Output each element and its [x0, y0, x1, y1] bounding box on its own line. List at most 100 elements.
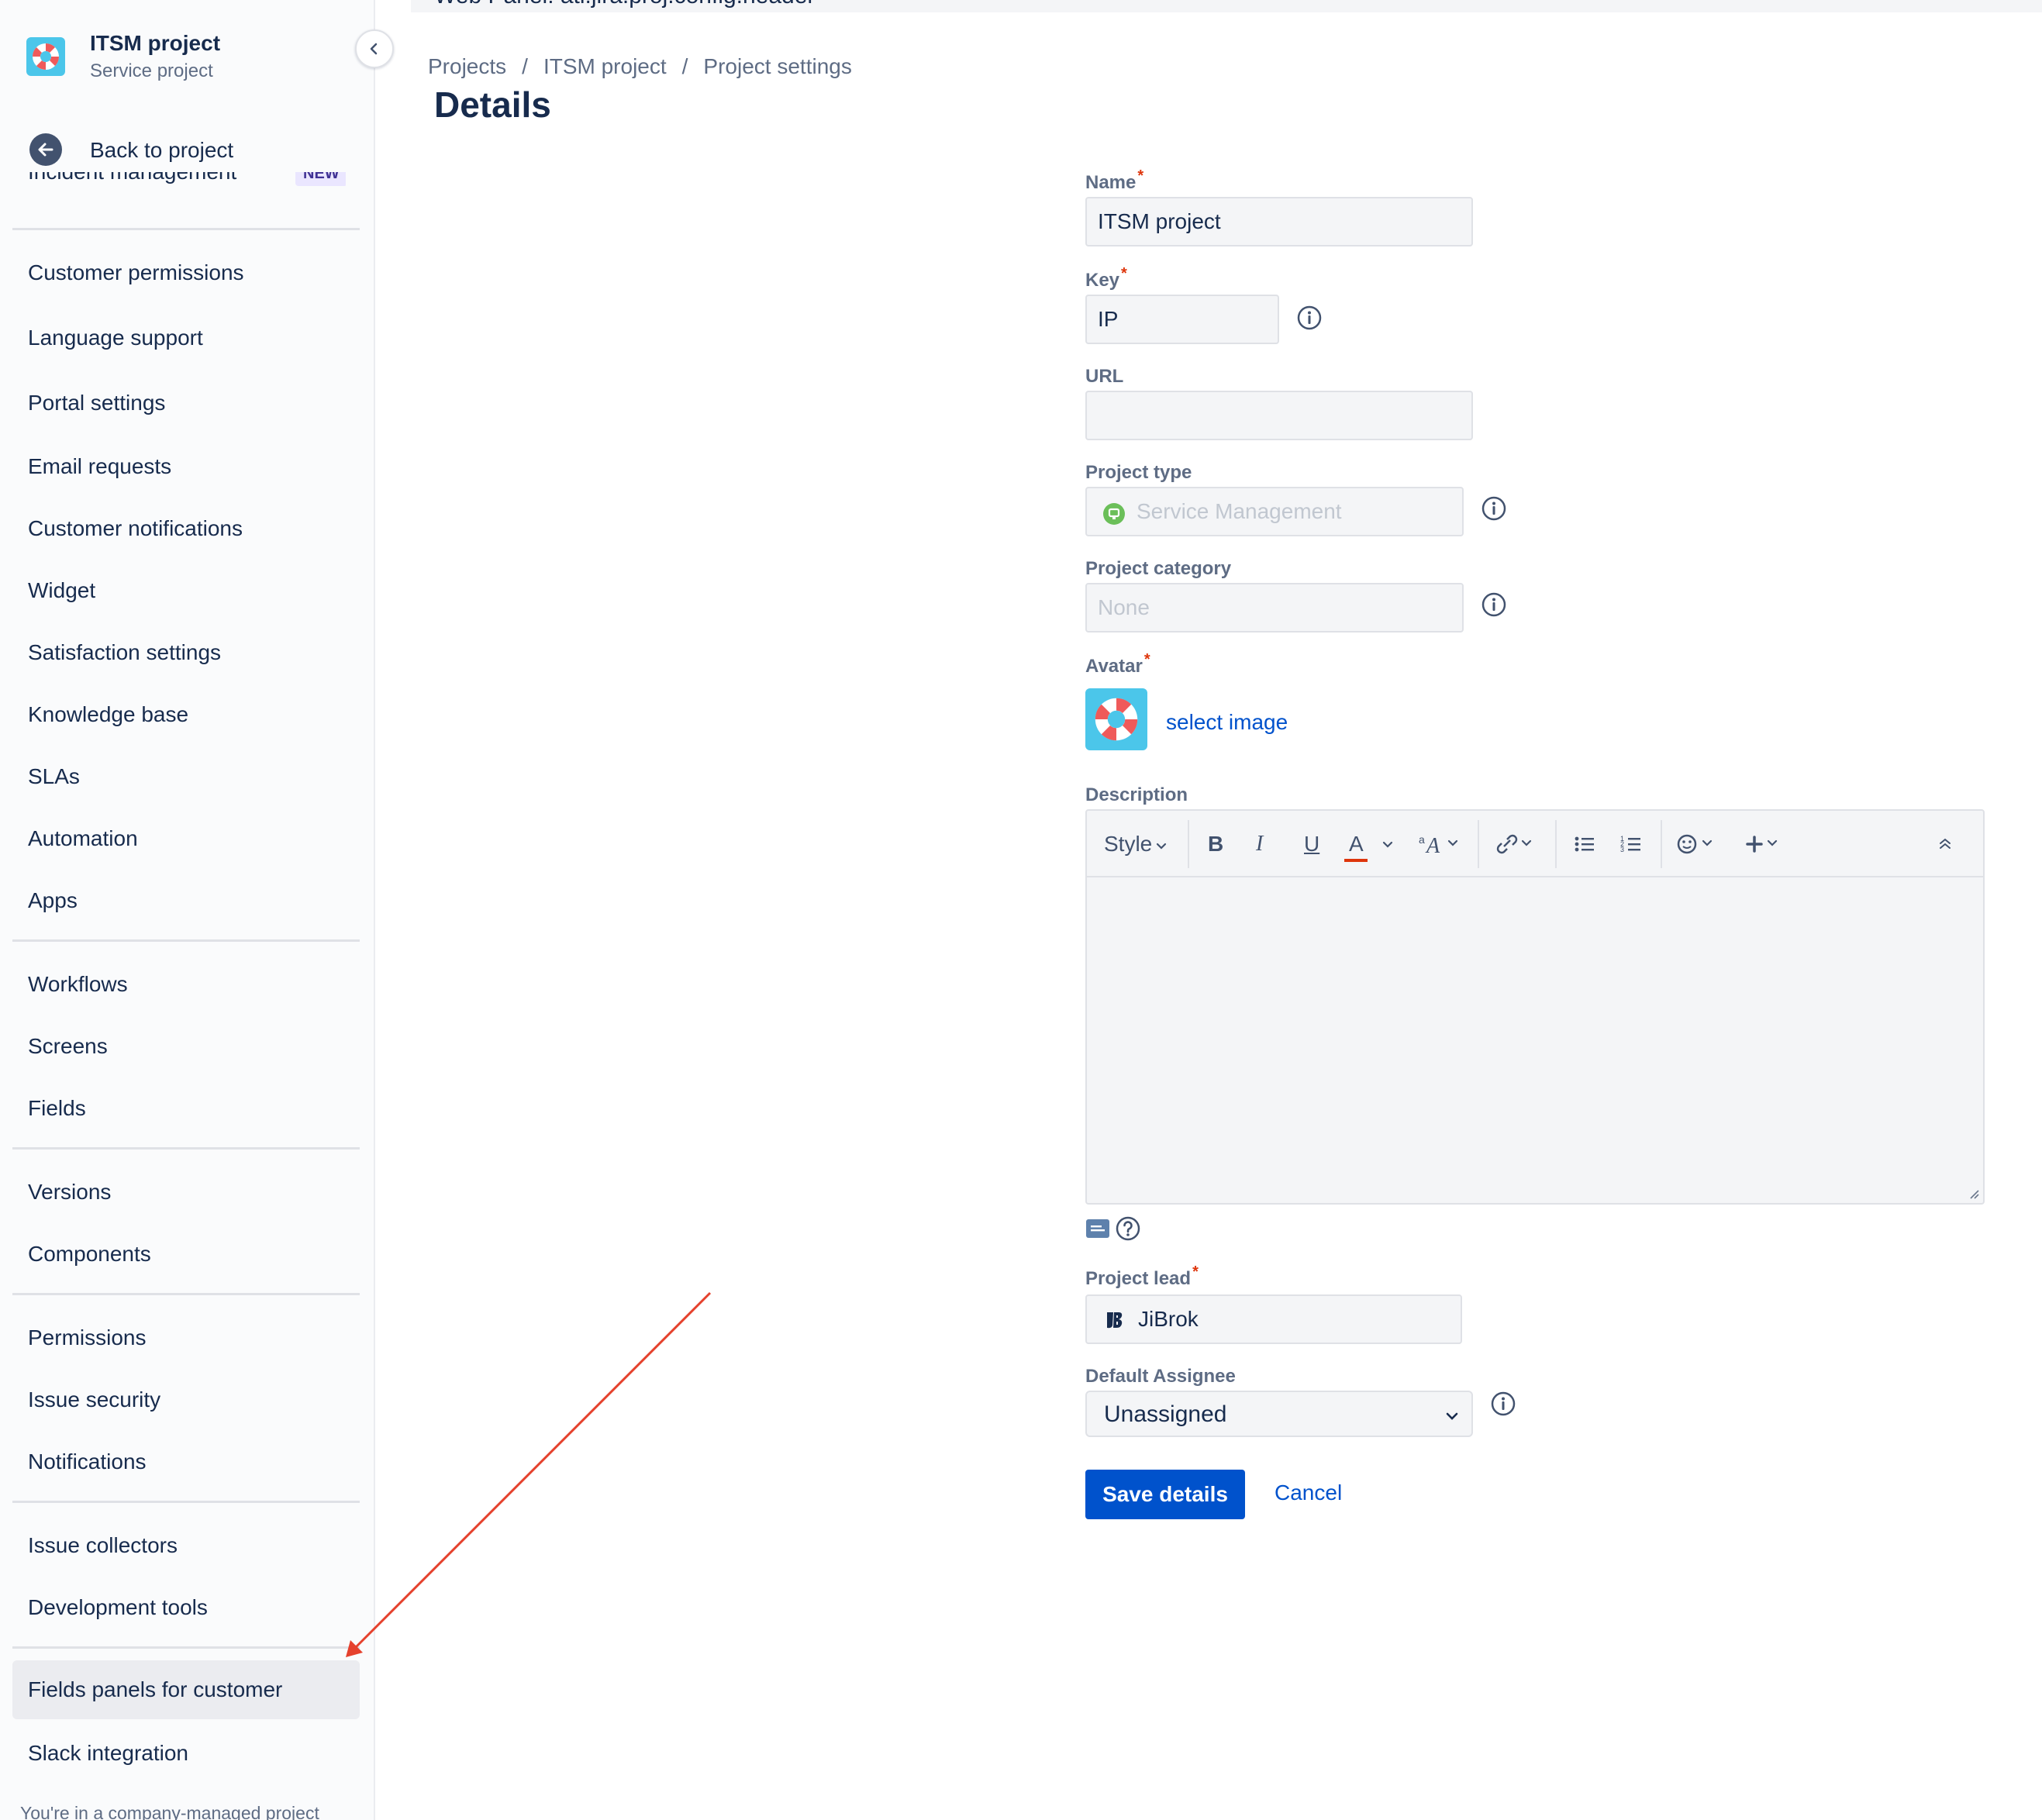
sidebar-divider — [12, 1501, 360, 1503]
avatar-label-text: Avatar — [1085, 656, 1143, 677]
chevron-left-icon — [370, 43, 378, 55]
info-icon[interactable] — [1481, 495, 1507, 522]
sidebar-item-label: Issue security — [28, 1387, 161, 1412]
breadcrumb-projects[interactable]: Projects — [428, 54, 506, 78]
sidebar-item-label: Satisfaction settings — [28, 640, 222, 664]
sidebar-item-slas[interactable]: SLAs — [12, 747, 360, 806]
sidebar-item-development-tools[interactable]: Development tools — [12, 1578, 360, 1637]
page-title: Details — [434, 84, 551, 125]
sidebar-item-slack-integration[interactable]: Slack integration — [12, 1724, 360, 1783]
bold-button[interactable]: B — [1208, 828, 1223, 860]
sidebar-item-workflows[interactable]: Workflows — [12, 955, 360, 1014]
default-assignee-label: Default Assignee — [1085, 1366, 1236, 1387]
wiki-markup-icon[interactable] — [1085, 1219, 1110, 1239]
collapse-toolbar-button[interactable] — [1933, 828, 1957, 860]
emoji-dropdown[interactable] — [1675, 828, 1721, 860]
sidebar-item-fields-panels-for-customer[interactable]: Fields panels for customer — [12, 1660, 360, 1719]
sidebar-divider — [12, 1646, 360, 1649]
project-name: ITSM project — [90, 31, 221, 55]
text-color-swatch — [1344, 859, 1368, 862]
project-lead-label-text: Project lead — [1085, 1268, 1192, 1289]
description-label: Description — [1085, 784, 1188, 805]
sidebar-item-satisfaction-settings[interactable]: Satisfaction settings — [12, 623, 360, 682]
select-image-link[interactable]: select image — [1166, 710, 1288, 735]
sidebar-item-label: Fields — [28, 1096, 86, 1120]
resize-handle-icon[interactable] — [1968, 1187, 1980, 1200]
insert-more-dropdown[interactable] — [1744, 828, 1791, 860]
name-field[interactable]: ITSM project — [1085, 197, 1473, 246]
sidebar-item-automation[interactable]: Automation — [12, 809, 360, 868]
sidebar-divider — [12, 1293, 360, 1295]
back-to-project-link[interactable]: Back to project — [29, 132, 340, 166]
chevron-down-icon — [1382, 841, 1393, 848]
info-icon[interactable] — [1490, 1391, 1516, 1417]
sidebar-item-label: Screens — [28, 1034, 108, 1058]
sidebar-item-widget[interactable]: Widget — [12, 561, 360, 620]
sidebar-item-label: Email requests — [28, 454, 172, 478]
required-marker: * — [1121, 265, 1127, 282]
save-details-button[interactable]: Save details — [1085, 1470, 1245, 1519]
key-field[interactable]: IP — [1085, 295, 1279, 344]
sidebar-item-apps[interactable]: Apps — [12, 871, 360, 930]
sidebar: ITSM project Service project Back to pro… — [0, 0, 375, 1820]
sidebar-item-screens[interactable]: Screens — [12, 1017, 360, 1076]
sidebar-item-notifications[interactable]: Notifications — [12, 1432, 360, 1491]
italic-button[interactable]: I — [1256, 828, 1263, 860]
project-avatar-preview — [1085, 688, 1147, 750]
sidebar-item-email-requests[interactable]: Email requests — [12, 437, 360, 496]
breadcrumb-project-settings[interactable]: Project settings — [703, 54, 851, 78]
numbered-list-button[interactable]: 123 — [1619, 828, 1645, 860]
description-textarea[interactable] — [1087, 877, 1983, 1203]
sidebar-item-components[interactable]: Components — [12, 1225, 360, 1284]
bullet-list-button[interactable] — [1572, 828, 1599, 860]
sidebar-item-label: Knowledge base — [28, 702, 189, 726]
text-color-button[interactable]: A — [1344, 828, 1393, 862]
sidebar-item-label: Versions — [28, 1180, 112, 1204]
arrow-left-icon — [29, 133, 62, 166]
default-assignee-select[interactable]: Unassigned — [1085, 1391, 1473, 1437]
project-type: Service project — [90, 60, 213, 81]
style-dropdown[interactable]: Style — [1104, 828, 1168, 860]
cancel-button[interactable]: Cancel — [1275, 1480, 1342, 1505]
key-label-text: Key — [1085, 270, 1120, 291]
breadcrumb-itsm-project[interactable]: ITSM project — [543, 54, 667, 78]
project-category-field: None — [1085, 583, 1464, 633]
help-icon[interactable] — [1115, 1215, 1141, 1242]
sidebar-item-customer-permissions[interactable]: Customer permissions — [12, 243, 360, 302]
toolbar-separator — [1555, 820, 1557, 868]
sidebar-item-label: SLAs — [28, 764, 80, 788]
sidebar-item-label: Widget — [28, 578, 96, 602]
project-lead-field[interactable]: JiBrok — [1085, 1294, 1462, 1344]
project-lead-label: Project lead * — [1085, 1263, 1199, 1290]
text-format-dropdown[interactable]: aA — [1419, 828, 1464, 860]
project-type-footer: You're in a company-managed project — [20, 1803, 319, 1820]
sidebar-item-issue-security[interactable]: Issue security — [12, 1370, 360, 1429]
sidebar-item-issue-collectors[interactable]: Issue collectors — [12, 1516, 360, 1575]
sidebar-item-incident-management[interactable]: Incident management NEW — [28, 172, 346, 200]
web-panel-header: Web Panel: atl.jira.proj.config.header — [411, 0, 2042, 12]
key-label: Key * — [1085, 265, 1127, 291]
breadcrumb-separator: / — [522, 54, 528, 78]
sidebar-item-versions[interactable]: Versions — [12, 1163, 360, 1222]
svg-text:a: a — [1419, 833, 1425, 846]
sidebar-item-customer-notifications[interactable]: Customer notifications — [12, 499, 360, 558]
sidebar-item-portal-settings[interactable]: Portal settings — [12, 374, 360, 433]
project-header: ITSM project Service project — [26, 31, 352, 85]
sidebar-item-knowledge-base[interactable]: Knowledge base — [12, 685, 360, 744]
link-dropdown[interactable] — [1492, 828, 1538, 860]
sidebar-item-label: Portal settings — [28, 391, 166, 415]
sidebar-item-language-support[interactable]: Language support — [12, 309, 360, 367]
project-lead-value: JiBrok — [1138, 1307, 1199, 1331]
info-icon[interactable] — [1481, 591, 1507, 618]
chevron-down-icon — [1157, 843, 1167, 850]
url-field[interactable] — [1085, 391, 1473, 440]
info-icon[interactable] — [1296, 305, 1323, 331]
project-type-field: Service Management — [1085, 487, 1464, 536]
underline-button[interactable]: U — [1304, 828, 1319, 860]
collapse-sidebar-button[interactable] — [355, 29, 394, 68]
emoji-icon — [1677, 834, 1713, 854]
sidebar-item-permissions[interactable]: Permissions — [12, 1308, 360, 1367]
sidebar-item-fields[interactable]: Fields — [12, 1079, 360, 1138]
sidebar-item-label: Language support — [28, 326, 203, 350]
sidebar-item-label: Apps — [28, 888, 78, 912]
